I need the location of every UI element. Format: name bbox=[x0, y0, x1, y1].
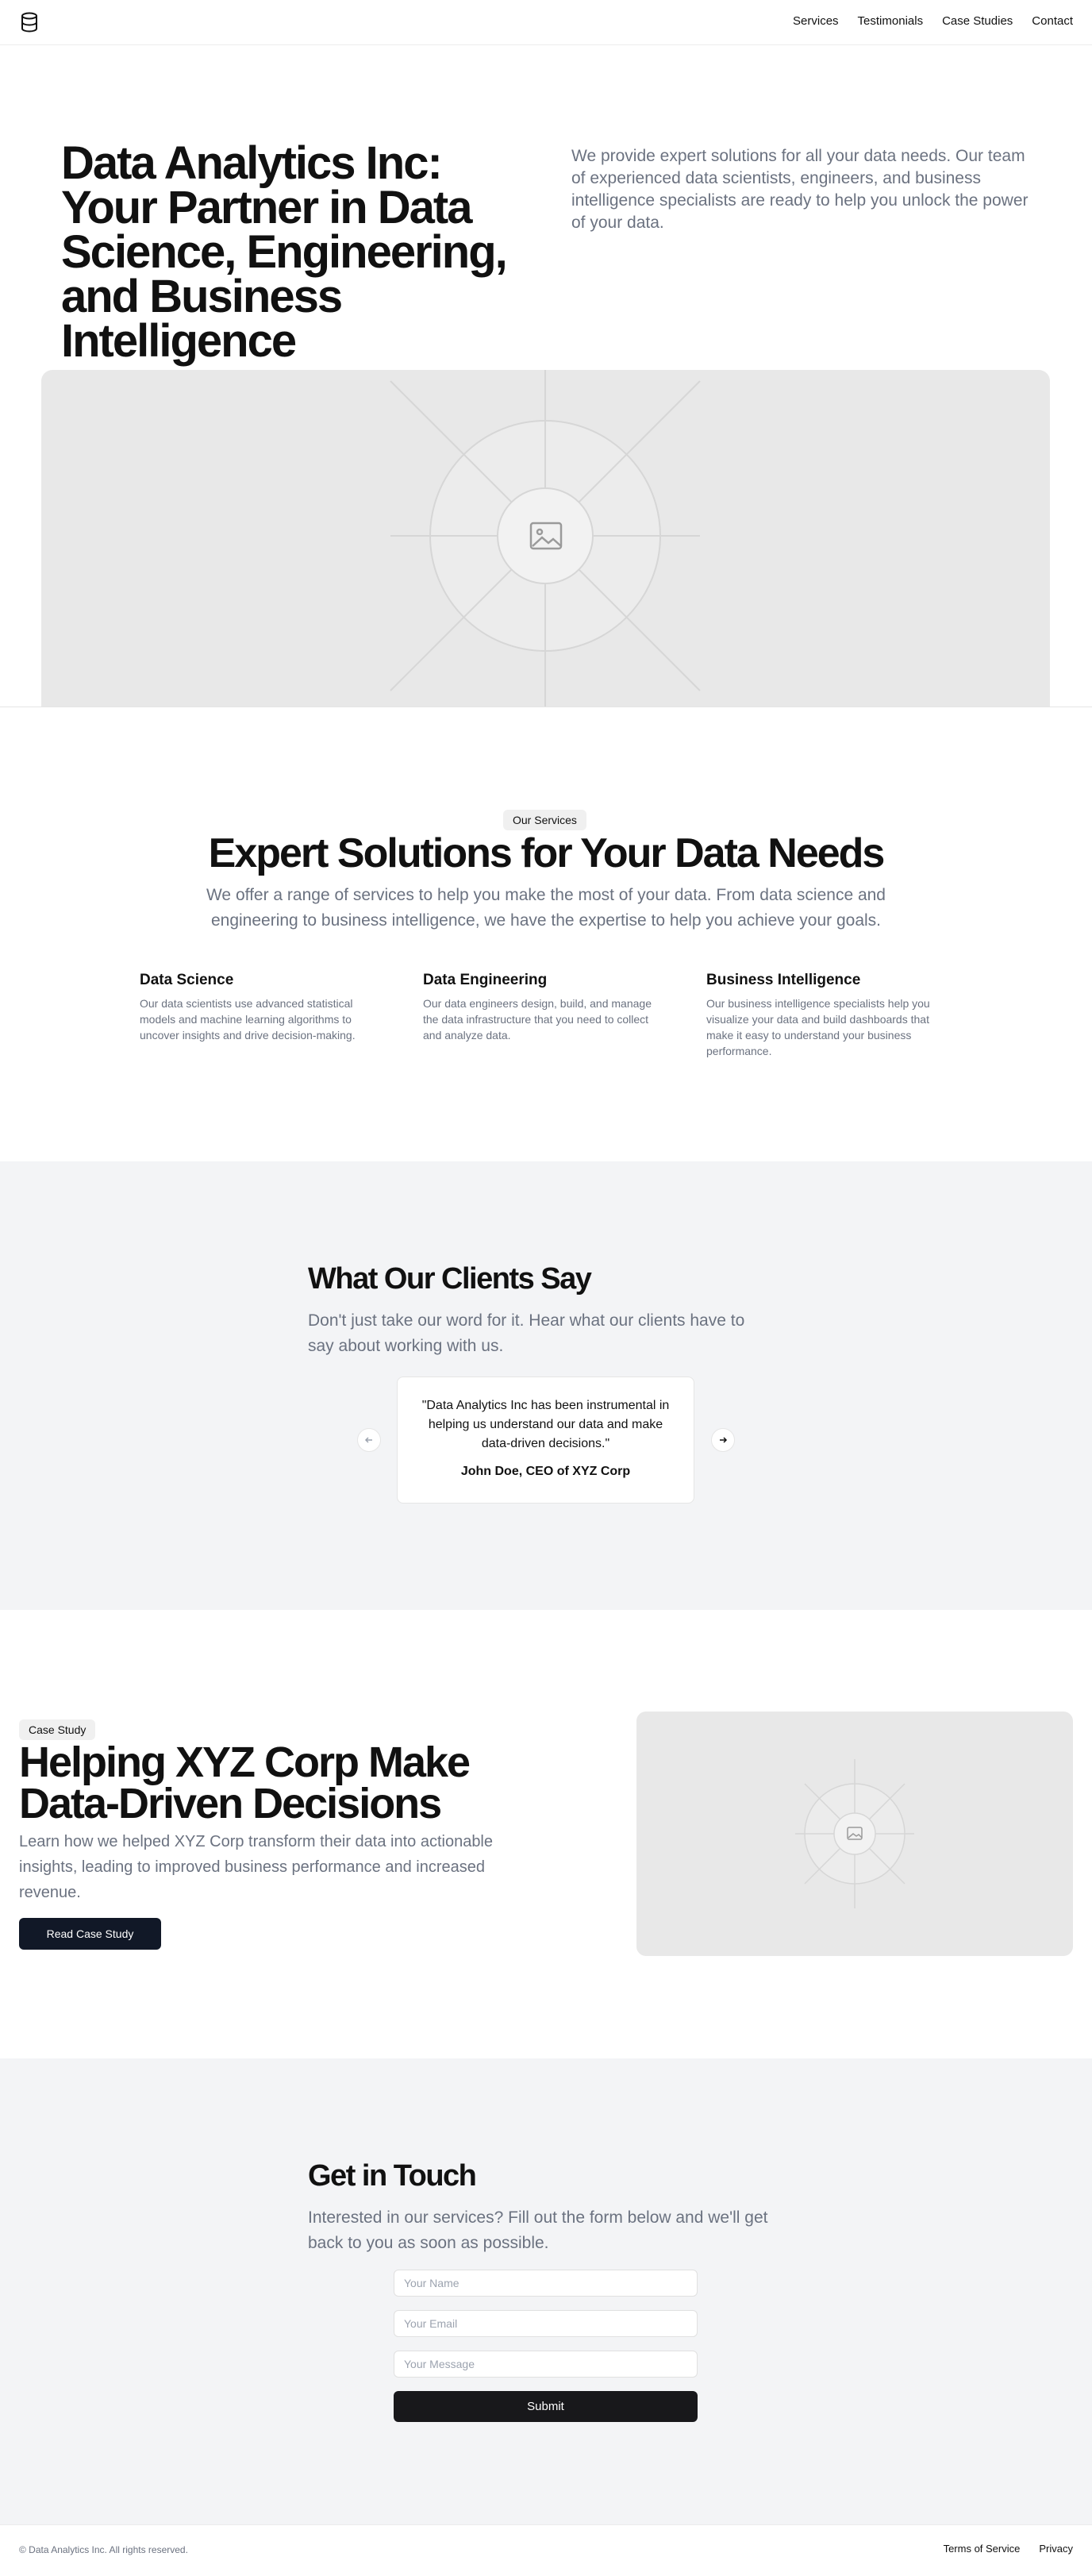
copyright-text: © Data Analytics Inc. All rights reserve… bbox=[19, 2544, 188, 2555]
hero-description: We provide expert solutions for all your… bbox=[571, 147, 1029, 232]
service-title: Business Intelligence bbox=[706, 972, 861, 988]
nav-link-contact[interactable]: Contact bbox=[1032, 14, 1073, 28]
contact-subtitle: Interested in our services? Fill out the… bbox=[308, 2208, 768, 2252]
read-case-study-button[interactable]: Read Case Study bbox=[19, 1918, 161, 1950]
privacy-link[interactable]: Privacy bbox=[1039, 2543, 1073, 2555]
terms-link[interactable]: Terms of Service bbox=[944, 2543, 1021, 2555]
site-footer: © Data Analytics Inc. All rights reserve… bbox=[0, 2524, 1092, 2576]
case-study-description: Learn how we helped XYZ Corp transform t… bbox=[19, 1833, 494, 1901]
testimonial-card: "Data Analytics Inc has been instrumenta… bbox=[397, 1377, 694, 1504]
arrow-right-icon bbox=[720, 1437, 728, 1443]
service-title: Data Science bbox=[140, 972, 234, 988]
service-card-data-engineering: Data Engineering Our data engineers desi… bbox=[423, 972, 661, 1043]
nav-link-testimonials[interactable]: Testimonials bbox=[858, 14, 924, 28]
message-field[interactable] bbox=[394, 2351, 698, 2378]
testimonials-title: What Our Clients Say bbox=[308, 1262, 592, 1296]
footer-nav: Terms of Service Privacy bbox=[944, 2543, 1073, 2555]
service-card-business-intelligence: Business Intelligence Our business intel… bbox=[706, 972, 944, 1059]
service-text: Our data engineers design, build, and ma… bbox=[423, 997, 652, 1042]
services-title: Expert Solutions for Your Data Needs bbox=[208, 830, 886, 876]
arrow-left-icon bbox=[364, 1437, 372, 1443]
image-placeholder-icon bbox=[390, 370, 701, 707]
service-card-data-science: Data Science Our data scientists use adv… bbox=[140, 972, 378, 1043]
service-title: Data Engineering bbox=[423, 972, 548, 988]
name-field[interactable] bbox=[394, 2270, 698, 2297]
submit-button[interactable]: Submit bbox=[394, 2391, 698, 2422]
carousel-next-button[interactable] bbox=[711, 1428, 735, 1452]
services-badge: Our Services bbox=[503, 810, 586, 830]
case-study-image-placeholder bbox=[636, 1712, 1073, 1956]
service-text: Our data scientists use advanced statist… bbox=[140, 997, 356, 1042]
image-placeholder-icon bbox=[795, 1759, 914, 1908]
site-header: Services Testimonials Case Studies Conta… bbox=[0, 0, 1092, 45]
testimonial-quote: "Data Analytics Inc has been instrumenta… bbox=[421, 1399, 670, 1450]
testimonials-subtitle: Don't just take our word for it. Hear wh… bbox=[308, 1311, 745, 1355]
hero-image-placeholder bbox=[41, 370, 1050, 707]
carousel-prev-button[interactable] bbox=[357, 1428, 381, 1452]
nav-link-case-studies[interactable]: Case Studies bbox=[942, 14, 1013, 28]
services-subtitle: We offer a range of services to help you… bbox=[206, 886, 886, 930]
hero-title: Data Analytics Inc: Your Partner in Data… bbox=[61, 137, 508, 367]
database-icon[interactable] bbox=[19, 11, 40, 33]
case-study-badge: Case Study bbox=[19, 1719, 96, 1740]
nav-link-services[interactable]: Services bbox=[793, 14, 839, 28]
case-study-title: Helping XYZ Corp Make Data-Driven Decisi… bbox=[19, 1739, 471, 1827]
testimonial-author: John Doe, CEO of XYZ Corp bbox=[460, 1465, 631, 1478]
contact-title: Get in Touch bbox=[308, 2159, 477, 2193]
main-nav: Services Testimonials Case Studies Conta… bbox=[793, 14, 1073, 28]
email-field[interactable] bbox=[394, 2310, 698, 2337]
service-text: Our business intelligence specialists he… bbox=[706, 997, 930, 1057]
